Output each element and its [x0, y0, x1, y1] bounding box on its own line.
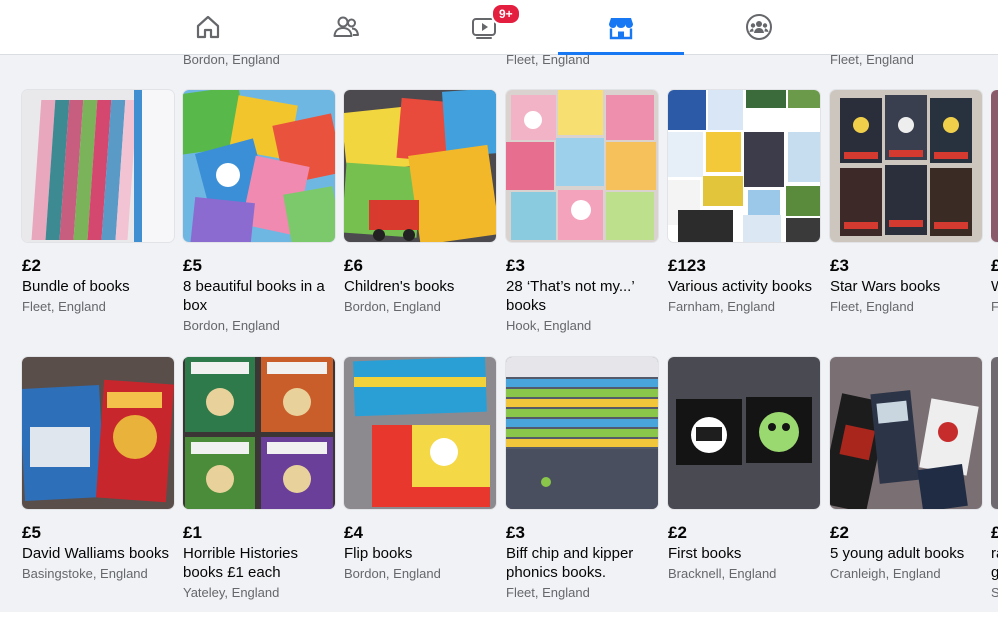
listing-photo[interactable] — [183, 90, 335, 242]
listing-photo[interactable] — [830, 90, 982, 242]
listing-price: £ — [991, 523, 998, 542]
picture-books-pile-image — [183, 90, 335, 242]
listing-photo[interactable] — [668, 357, 820, 509]
listing-location: Cranleigh, England — [830, 566, 941, 581]
groups-icon — [746, 14, 772, 40]
listing-card[interactable]: £3 28 ‘That’s not my...’ books Hook, Eng… — [506, 90, 658, 335]
tab-home[interactable] — [145, 0, 271, 54]
listing-photo[interactable] — [991, 357, 998, 509]
lego-star-wars-books-image — [830, 90, 982, 242]
friends-icon — [333, 16, 359, 37]
listing-photo[interactable] — [668, 90, 820, 242]
listing-title: Star Wars books — [830, 278, 941, 295]
listing-price: £3 — [830, 256, 849, 275]
listing-title: Various activity books — [668, 278, 812, 295]
listing-card[interactable]: £2 Bundle of books Fleet, England — [22, 90, 174, 316]
flip-flap-books-image — [344, 357, 496, 509]
listing-price: £2 — [668, 523, 687, 542]
listing-card[interactable]: £2 5 young adult books Cranleigh, Englan… — [830, 357, 982, 583]
listings-grid: £2 Bundle of books Fleet, England £5 8 b… — [0, 0, 998, 619]
partial-listing-image — [991, 357, 998, 509]
listing-price: £2 — [22, 256, 41, 275]
listing-price: £3 — [506, 256, 525, 275]
young-adult-books-image — [830, 357, 982, 509]
walliams-books-image — [22, 357, 174, 509]
listing-price: £5 — [183, 256, 202, 275]
listing-title: Flip books — [344, 545, 413, 562]
listing-photo[interactable] — [506, 90, 658, 242]
baby-first-books-image — [668, 357, 820, 509]
listing-price: £3 — [506, 523, 525, 542]
nursery-books-image — [344, 90, 496, 242]
listing-location: Hook, England — [506, 318, 592, 333]
listing-photo[interactable] — [183, 357, 335, 509]
listing-photo[interactable] — [22, 357, 174, 509]
listing-title: ra g — [991, 545, 998, 581]
listing-photo[interactable] — [991, 90, 998, 242]
listing-card[interactable]: £ W F — [991, 90, 998, 316]
listing-price: £5 — [22, 523, 41, 542]
phonics-books-stack-image — [506, 357, 658, 509]
listing-price: £123 — [668, 256, 706, 275]
listing-location: Fleet, England — [830, 299, 914, 314]
listing-price: £2 — [830, 523, 849, 542]
tab-marketplace[interactable] — [558, 0, 684, 55]
tab-groups[interactable] — [696, 0, 822, 54]
listing-location: Bordon, England — [183, 318, 280, 333]
listing-title: 5 young adult books — [830, 545, 965, 562]
tab-watch[interactable]: 9+ — [421, 0, 547, 54]
listing-location: Farnham, England — [668, 299, 775, 314]
listing-photo[interactable] — [22, 90, 174, 242]
listing-photo[interactable] — [344, 357, 496, 509]
bottom-edge — [0, 612, 998, 619]
listing-title: Children's books — [344, 278, 455, 295]
listing-card[interactable]: £ ra g S — [991, 357, 998, 602]
listing-location: Basingstoke, England — [22, 566, 148, 581]
listing-price: £6 — [344, 256, 363, 275]
listing-title: 8 beautiful books in a box — [183, 278, 325, 314]
touchy-feely-books-image — [506, 90, 658, 242]
listing-location: Bordon, England — [344, 299, 441, 314]
listing-price: £4 — [344, 523, 363, 542]
listing-card[interactable]: £3 Star Wars books Fleet, England — [830, 90, 982, 316]
listing-location: F — [991, 299, 998, 314]
listing-location: S — [991, 585, 998, 600]
listing-location: Fleet, England — [506, 585, 590, 600]
partial-listing-image — [991, 90, 998, 242]
listing-photo[interactable] — [344, 90, 496, 242]
home-icon — [196, 15, 220, 39]
listing-price: £1 — [183, 523, 202, 542]
listing-card[interactable]: £1 Horrible Histories books £1 each Yate… — [183, 357, 335, 602]
listing-card[interactable]: £3 Biff chip and kipper phonics books. F… — [506, 357, 658, 602]
listing-title: 28 ‘That’s not my...’ books — [506, 278, 635, 314]
listing-location: Bracknell, England — [668, 566, 777, 581]
notification-badge: 9+ — [491, 3, 521, 25]
listing-card[interactable]: £2 First books Bracknell, England — [668, 357, 820, 583]
horrible-histories-books-image — [183, 357, 335, 509]
marketplace-icon — [609, 18, 633, 40]
listing-card[interactable]: £123 Various activity books Farnham, Eng… — [668, 90, 820, 316]
boxed-book-set-image — [22, 90, 174, 242]
listing-card[interactable]: £5 8 beautiful books in a box Bordon, En… — [183, 90, 335, 335]
activity-books-collage-image — [668, 90, 820, 242]
top-navigation-bar: 9+ — [0, 0, 998, 55]
listing-price: £ — [991, 256, 998, 275]
listing-title: Biff chip and kipper phonics books. — [506, 545, 634, 581]
listing-card[interactable]: £4 Flip books Bordon, England — [344, 357, 496, 583]
listing-location: Yateley, England — [183, 585, 280, 600]
listing-title: Bundle of books — [22, 278, 130, 295]
listing-card[interactable]: £5 David Walliams books Basingstoke, Eng… — [22, 357, 174, 583]
listing-title: First books — [668, 545, 742, 562]
listing-location: Fleet, England — [22, 299, 106, 314]
listing-photo[interactable] — [506, 357, 658, 509]
tab-friends[interactable] — [283, 0, 409, 54]
listing-photo[interactable] — [830, 357, 982, 509]
listing-title: David Walliams books — [22, 545, 169, 562]
listing-location: Bordon, England — [344, 566, 441, 581]
listing-title: Horrible Histories books £1 each — [183, 545, 299, 581]
listing-card[interactable]: £6 Children's books Bordon, England — [344, 90, 496, 316]
listing-title: W — [991, 277, 998, 296]
